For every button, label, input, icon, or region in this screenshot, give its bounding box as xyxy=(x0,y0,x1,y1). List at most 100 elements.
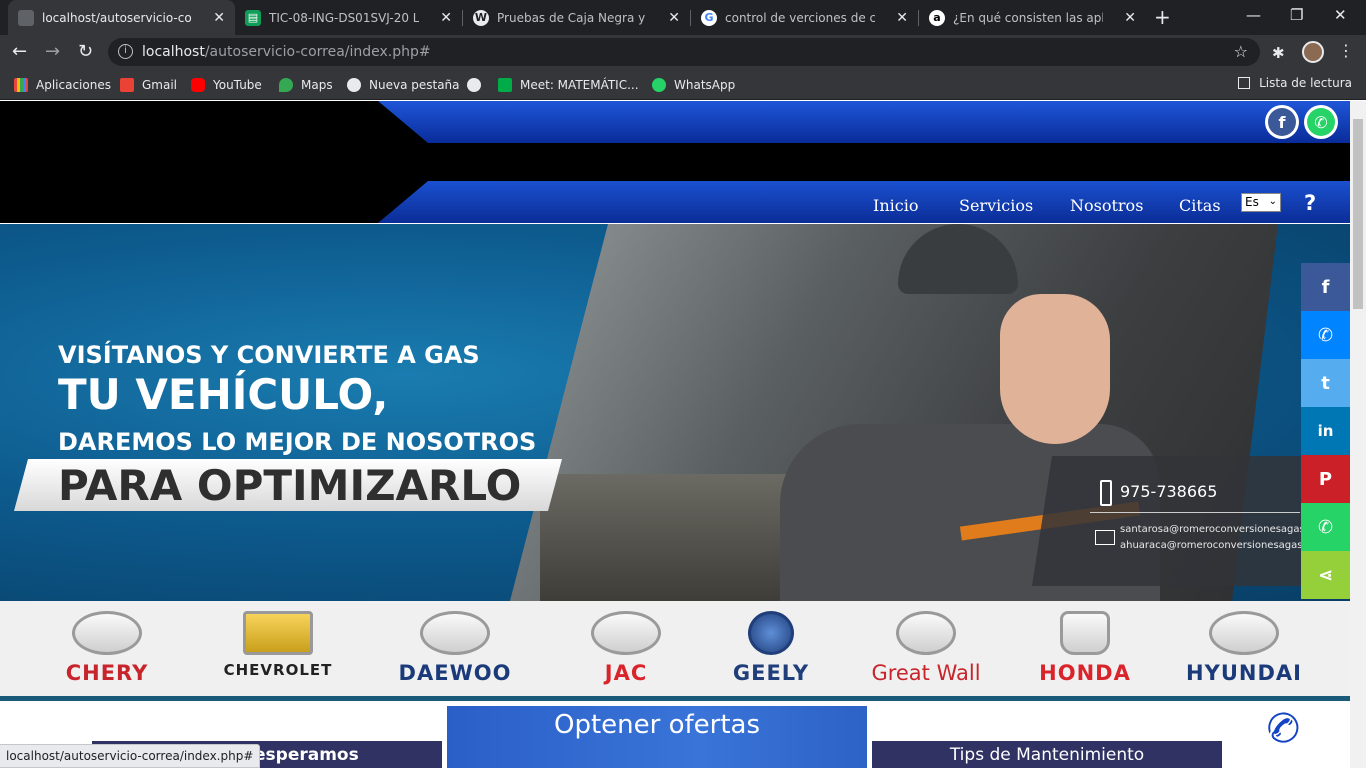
minimize-icon[interactable]: — xyxy=(1246,6,1261,24)
tab-label: ¿En qué consisten las aplicacio xyxy=(953,10,1103,25)
more-menu-icon[interactable]: ⋮ xyxy=(1338,41,1354,60)
bookmark-label: Meet: MATEMÁTIC... xyxy=(520,78,639,92)
window-close-icon[interactable]: ✕ xyxy=(1334,6,1347,24)
facebook-share-icon[interactable]: f xyxy=(1301,263,1350,311)
pinterest-share-icon[interactable]: P xyxy=(1301,455,1350,503)
jac-logo-icon xyxy=(591,611,661,655)
extensions-icon[interactable]: ✱ xyxy=(1272,44,1285,62)
linkedin-share-icon[interactable]: in xyxy=(1301,407,1350,455)
bookmark-meet[interactable]: Meet: MATEMÁTIC... xyxy=(498,76,639,94)
bookmarks-bar: Aplicaciones Gmail YouTube Maps Nueva pe… xyxy=(0,69,1366,100)
bookmark-youtube[interactable]: YouTube xyxy=(191,76,262,94)
offers-banner[interactable]: Optener ofertas xyxy=(447,706,867,768)
whatsapp-link[interactable]: ✆ xyxy=(1304,105,1338,139)
hyundai-logo-icon xyxy=(1209,611,1279,655)
meet-icon xyxy=(498,78,512,92)
messenger-share-icon[interactable]: ✆ xyxy=(1301,311,1350,359)
brand-name: CHERY xyxy=(65,661,149,685)
chery-logo-icon xyxy=(72,611,142,655)
bookmark-gmail[interactable]: Gmail xyxy=(120,76,177,94)
section-tips[interactable]: Tips de Mantenimiento xyxy=(872,741,1222,768)
bookmark-globe[interactable] xyxy=(467,76,489,94)
apps-grid-icon xyxy=(14,78,28,92)
phone-call-icon[interactable]: ✆ xyxy=(1259,702,1306,757)
restore-icon[interactable]: ❐ xyxy=(1290,6,1303,24)
address-bar: ← → ↻ i localhost/autoservicio-correa/in… xyxy=(0,35,1366,69)
contact-email-1: santarosa@romeroconversionesagas xyxy=(1120,524,1305,535)
site-info-icon[interactable]: i xyxy=(118,44,133,59)
web-page: f ✆ Inicio Servicios Nosotros Citas Es ⌄… xyxy=(0,101,1350,768)
language-value: Es xyxy=(1245,195,1259,209)
contact-email-2: ahuaraca@romeroconversionesagas xyxy=(1120,540,1303,551)
tab-label: control de verciones de codigo xyxy=(725,10,875,25)
scrollbar-thumb[interactable] xyxy=(1353,119,1363,309)
url-input[interactable]: i localhost/autoservicio-correa/index.ph… xyxy=(108,38,1260,66)
mobile-phone-icon xyxy=(1100,480,1112,506)
a-icon: a xyxy=(929,9,945,26)
forward-icon[interactable]: → xyxy=(45,41,60,62)
section-title: Tips de Mantenimiento xyxy=(949,745,1145,765)
reading-list[interactable]: Lista de lectura xyxy=(1238,76,1352,90)
brand-great-wall: Great Wall xyxy=(861,611,991,691)
page-scrollbar[interactable] xyxy=(1350,101,1366,768)
status-bar-url: localhost/autoservicio-correa/index.php# xyxy=(0,744,261,768)
nav-citas[interactable]: Citas xyxy=(1179,196,1221,215)
close-icon[interactable]: ✕ xyxy=(668,10,680,26)
language-select[interactable]: Es ⌄ xyxy=(1241,193,1281,212)
bookmark-label: Nueva pestaña xyxy=(369,78,460,92)
close-icon[interactable]: ✕ xyxy=(1124,10,1136,26)
brand-jac: JAC xyxy=(561,611,691,691)
face-shape xyxy=(1000,294,1110,444)
chevron-down-icon: ⌄ xyxy=(1268,196,1277,207)
tab-autoservicio[interactable]: localhost/autoservicio-correa/i ✕ xyxy=(8,0,235,35)
tab-pruebas[interactable]: W Pruebas de Caja Negra y un en ✕ xyxy=(463,0,690,35)
nav-servicios[interactable]: Servicios xyxy=(959,196,1033,215)
bookmark-label: YouTube xyxy=(213,78,262,92)
section-title: esperamos xyxy=(254,745,359,765)
nav-nosotros[interactable]: Nosotros xyxy=(1070,196,1143,215)
bookmark-whatsapp[interactable]: WhatsApp xyxy=(652,76,735,94)
facebook-link[interactable]: f xyxy=(1265,105,1299,139)
cap-shape xyxy=(898,224,1018,294)
bookmark-nueva-pestana[interactable]: Nueva pestaña xyxy=(347,76,460,94)
whatsapp-share-icon[interactable]: ✆ xyxy=(1301,503,1350,551)
sheets-icon: ▤ xyxy=(245,9,261,26)
nav-inicio[interactable]: Inicio xyxy=(873,196,918,215)
new-tab-icon[interactable]: + xyxy=(1154,5,1171,29)
bookmark-label: Gmail xyxy=(142,78,178,92)
localhost-icon xyxy=(18,9,34,26)
offers-title: Optener ofertas xyxy=(553,710,760,740)
reload-icon[interactable]: ↻ xyxy=(78,41,93,62)
bookmark-label: Aplicaciones xyxy=(36,78,111,92)
brand-name: CHEVROLET xyxy=(223,661,333,679)
brand-daewoo: DAEWOO xyxy=(390,611,520,691)
bookmark-label: Maps xyxy=(301,78,333,92)
url-host: localhost xyxy=(142,44,205,60)
great-wall-logo-icon xyxy=(896,611,956,655)
tab-tic[interactable]: ▤ TIC-08-ING-DS01SVJ-20 Lic.Ed ✕ xyxy=(235,0,462,35)
tab-label: TIC-08-ING-DS01SVJ-20 Lic.Ed xyxy=(269,10,419,25)
share-icon[interactable]: ⋖ xyxy=(1301,551,1350,599)
hero-line-1: VISÍTANOS Y CONVIERTE A GAS xyxy=(58,341,480,369)
geely-logo-icon xyxy=(748,611,794,655)
tab-control[interactable]: G control de verciones de codigo ✕ xyxy=(691,0,918,35)
close-icon[interactable]: ✕ xyxy=(440,10,452,26)
brand-hyundai: HYUNDAI xyxy=(1179,611,1309,691)
twitter-share-icon[interactable]: t xyxy=(1301,359,1350,407)
bookmark-maps[interactable]: Maps xyxy=(279,76,333,94)
brand-chevrolet: CHEVROLET xyxy=(213,611,343,691)
honda-logo-icon xyxy=(1060,611,1110,655)
tab-aplicaciones[interactable]: a ¿En qué consisten las aplicacio ✕ xyxy=(919,0,1146,35)
gmail-icon xyxy=(120,78,134,92)
bookmark-apps[interactable]: Aplicaciones xyxy=(14,76,111,94)
bookmark-star-icon[interactable]: ☆ xyxy=(1234,42,1248,61)
close-icon[interactable]: ✕ xyxy=(896,10,908,26)
whatsapp-icon: ✆ xyxy=(1307,108,1335,136)
help-icon[interactable]: ? xyxy=(1304,191,1316,215)
reading-list-icon xyxy=(1238,77,1251,89)
close-icon[interactable]: ✕ xyxy=(213,10,225,26)
brand-name: Great Wall xyxy=(871,661,981,685)
maps-icon xyxy=(279,78,293,92)
avatar[interactable] xyxy=(1302,41,1324,63)
back-icon[interactable]: ← xyxy=(12,41,27,62)
